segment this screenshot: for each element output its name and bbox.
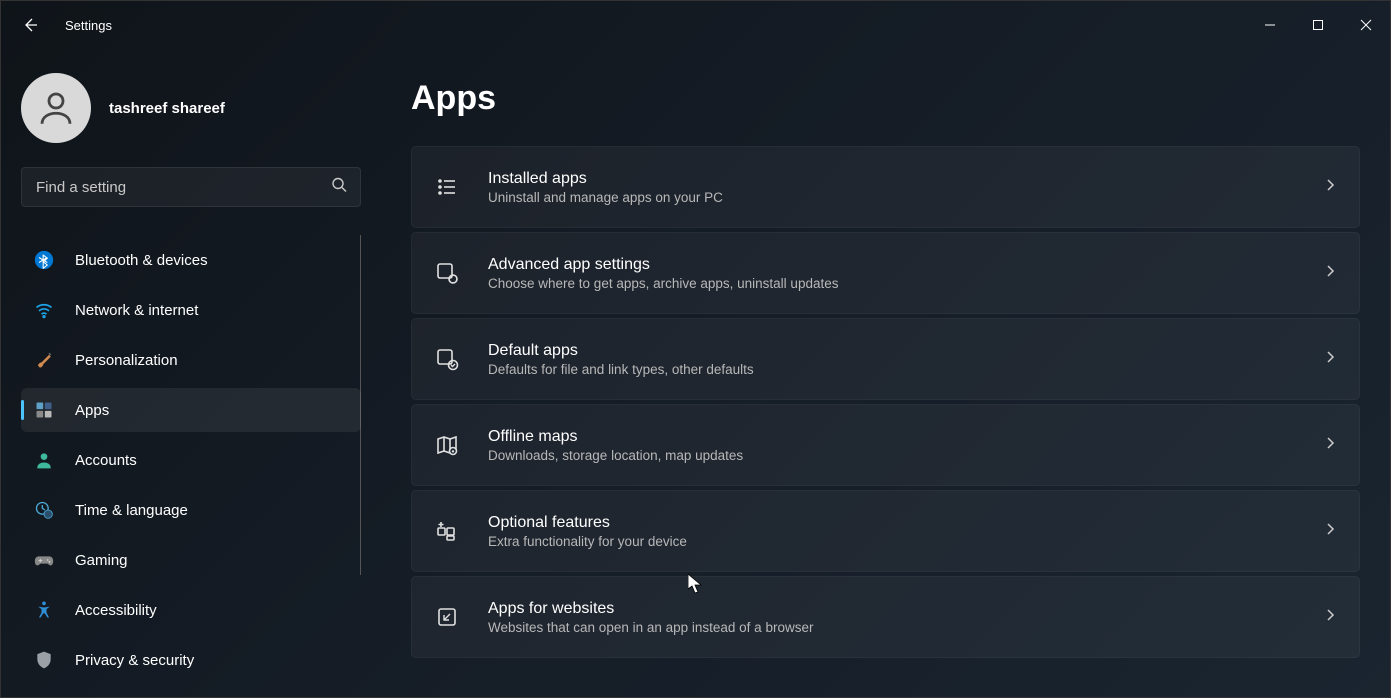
setting-desc: Downloads, storage location, map updates — [488, 448, 1295, 463]
apps-grid-icon — [33, 399, 55, 421]
list-icon — [434, 174, 460, 200]
setting-title: Apps for websites — [488, 600, 1295, 618]
window-title: Settings — [65, 18, 112, 33]
back-button[interactable] — [21, 15, 41, 35]
chevron-right-icon — [1323, 178, 1337, 197]
sidebar-item-label: Gaming — [75, 552, 128, 569]
setting-text: Optional features Extra functionality fo… — [488, 514, 1295, 549]
sidebar-item-label: Accounts — [75, 452, 137, 469]
app-plus-icon — [434, 518, 460, 544]
setting-offline-maps[interactable]: Offline maps Downloads, storage location… — [411, 404, 1360, 486]
setting-desc: Choose where to get apps, archive apps, … — [488, 276, 1295, 291]
setting-title: Installed apps — [488, 170, 1295, 188]
sidebar-item-network-internet[interactable]: Network & internet — [21, 288, 361, 332]
setting-text: Advanced app settings Choose where to ge… — [488, 256, 1295, 291]
setting-desc: Defaults for file and link types, other … — [488, 362, 1295, 377]
content: tashreef shareef Bluetooth & devices Net… — [1, 49, 1390, 697]
person-icon — [35, 87, 77, 129]
accessibility-icon — [33, 599, 55, 621]
user-profile[interactable]: tashreef shareef — [21, 69, 361, 167]
setting-title: Default apps — [488, 342, 1295, 360]
maximize-icon — [1312, 19, 1324, 31]
minimize-icon — [1264, 19, 1276, 31]
setting-text: Default apps Defaults for file and link … — [488, 342, 1295, 377]
close-icon — [1360, 19, 1372, 31]
sidebar-nav: Bluetooth & devices Network & internet P… — [21, 235, 361, 685]
setting-installed-apps[interactable]: Installed apps Uninstall and manage apps… — [411, 146, 1360, 228]
app-gear-icon — [434, 260, 460, 286]
sidebar-item-label: Privacy & security — [75, 652, 194, 669]
app-check-icon — [434, 346, 460, 372]
chevron-right-icon — [1323, 264, 1337, 283]
clock-globe-icon — [33, 499, 55, 521]
chevron-right-icon — [1323, 436, 1337, 455]
sidebar-item-label: Personalization — [75, 352, 178, 369]
search-icon — [331, 177, 347, 198]
minimize-button[interactable] — [1246, 5, 1294, 45]
person-accounts-icon — [33, 449, 55, 471]
sidebar-item-apps[interactable]: Apps — [21, 388, 361, 432]
avatar — [21, 73, 91, 143]
sidebar-item-privacy-security[interactable]: Privacy & security — [21, 638, 361, 682]
shield-icon — [33, 649, 55, 671]
setting-title: Offline maps — [488, 428, 1295, 446]
search-box — [21, 167, 361, 207]
close-button[interactable] — [1342, 5, 1390, 45]
bluetooth-icon — [33, 249, 55, 271]
sidebar-item-bluetooth-devices[interactable]: Bluetooth & devices — [21, 238, 361, 282]
sidebar-item-label: Bluetooth & devices — [75, 252, 208, 269]
settings-list: Installed apps Uninstall and manage apps… — [411, 146, 1360, 658]
titlebar: Settings — [1, 1, 1390, 49]
sidebar-item-personalization[interactable]: Personalization — [21, 338, 361, 382]
sidebar-item-label: Apps — [75, 402, 109, 419]
setting-desc: Websites that can open in an app instead… — [488, 620, 1295, 635]
window-controls — [1246, 5, 1390, 45]
setting-text: Installed apps Uninstall and manage apps… — [488, 170, 1295, 205]
sidebar-item-accounts[interactable]: Accounts — [21, 438, 361, 482]
sidebar-item-time-language[interactable]: Time & language — [21, 488, 361, 532]
chevron-right-icon — [1323, 608, 1337, 627]
setting-text: Apps for websites Websites that can open… — [488, 600, 1295, 635]
maximize-button[interactable] — [1294, 5, 1342, 45]
chevron-right-icon — [1323, 350, 1337, 369]
setting-apps-for-websites[interactable]: Apps for websites Websites that can open… — [411, 576, 1360, 658]
wifi-icon — [33, 299, 55, 321]
map-icon — [434, 432, 460, 458]
gamepad-icon — [33, 549, 55, 571]
app-link-icon — [434, 604, 460, 630]
page-title: Apps — [411, 79, 1360, 118]
setting-desc: Extra functionality for your device — [488, 534, 1295, 549]
search-input[interactable] — [21, 167, 361, 207]
setting-title: Advanced app settings — [488, 256, 1295, 274]
setting-default-apps[interactable]: Default apps Defaults for file and link … — [411, 318, 1360, 400]
setting-title: Optional features — [488, 514, 1295, 532]
titlebar-left: Settings — [21, 15, 112, 35]
sidebar-item-label: Time & language — [75, 502, 188, 519]
main-panel: Apps Installed apps Uninstall and manage… — [371, 49, 1390, 697]
sidebar: tashreef shareef Bluetooth & devices Net… — [1, 49, 371, 697]
setting-optional-features[interactable]: Optional features Extra functionality fo… — [411, 490, 1360, 572]
brush-icon — [33, 349, 55, 371]
sidebar-item-accessibility[interactable]: Accessibility — [21, 588, 361, 632]
back-arrow-icon — [23, 17, 39, 33]
setting-desc: Uninstall and manage apps on your PC — [488, 190, 1295, 205]
setting-text: Offline maps Downloads, storage location… — [488, 428, 1295, 463]
chevron-right-icon — [1323, 522, 1337, 541]
sidebar-item-gaming[interactable]: Gaming — [21, 538, 361, 582]
setting-advanced-app-settings[interactable]: Advanced app settings Choose where to ge… — [411, 232, 1360, 314]
sidebar-item-label: Accessibility — [75, 602, 157, 619]
sidebar-item-label: Network & internet — [75, 302, 198, 319]
user-name: tashreef shareef — [109, 100, 225, 117]
